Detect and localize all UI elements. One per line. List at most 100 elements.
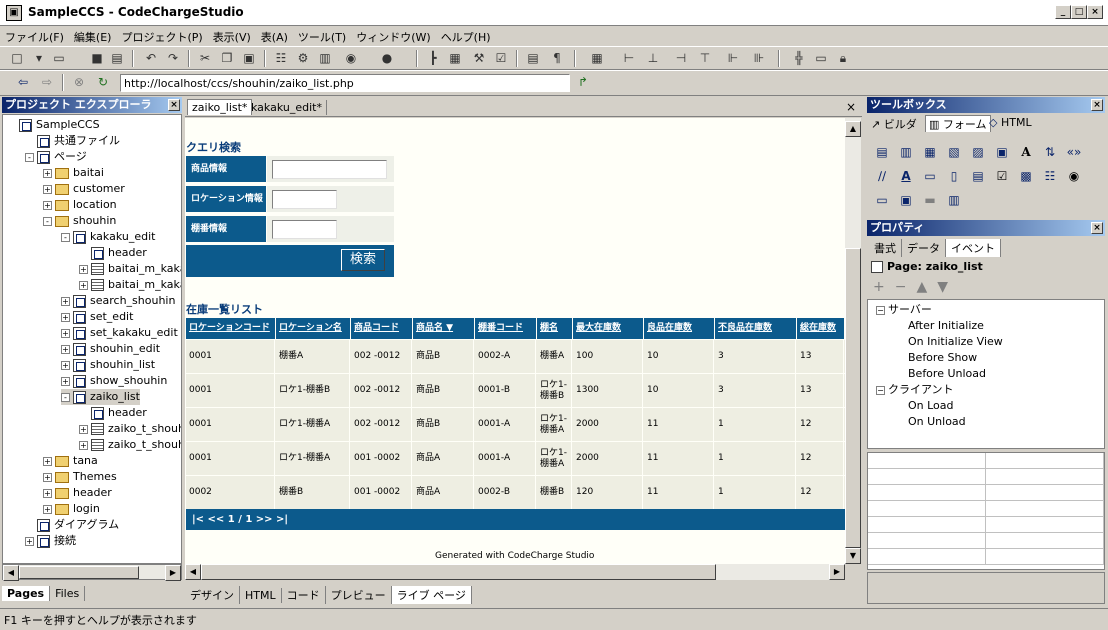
insert-row-icon[interactable]: ⊤ bbox=[696, 50, 714, 67]
tree-view-icon[interactable]: ┣ bbox=[424, 50, 442, 67]
tree-item[interactable]: + login bbox=[43, 501, 100, 517]
expand-icon[interactable]: + bbox=[61, 312, 70, 322]
collapse-icon[interactable]: − bbox=[876, 305, 885, 315]
tree-item[interactable]: + baitai bbox=[43, 165, 104, 181]
collapse-icon[interactable]: - bbox=[61, 232, 70, 242]
tab-design[interactable]: デザイン bbox=[185, 586, 240, 604]
expand-icon[interactable]: + bbox=[43, 488, 52, 498]
event-item[interactable]: On Load bbox=[908, 398, 954, 414]
product-search-input[interactable] bbox=[272, 160, 387, 179]
expand-icon[interactable]: + bbox=[25, 536, 34, 546]
back-arrow-icon[interactable]: ⇦ bbox=[14, 74, 32, 91]
open-folder-icon[interactable]: ▭ bbox=[50, 50, 68, 67]
event-group[interactable]: − クライアント bbox=[876, 382, 954, 398]
tree-item[interactable]: + location bbox=[43, 197, 117, 213]
form-view-icon[interactable]: ▦ bbox=[446, 50, 464, 67]
grid-align-icon[interactable]: ▦ bbox=[588, 50, 606, 67]
tab-preview[interactable]: プレビュー bbox=[326, 586, 392, 604]
tree-item[interactable]: - kakaku_edit bbox=[61, 229, 155, 245]
event-item[interactable]: Before Unload bbox=[908, 366, 986, 382]
tree-item[interactable]: + 接続 bbox=[25, 533, 76, 549]
column-header[interactable]: 棚名 bbox=[537, 318, 572, 339]
expand-icon[interactable]: + bbox=[79, 424, 88, 434]
column-header[interactable]: 棚番コード bbox=[475, 318, 536, 339]
tree-item[interactable]: + Themes bbox=[43, 469, 117, 485]
tab-form[interactable]: ▥ フォーム bbox=[925, 115, 991, 132]
maximize-button[interactable]: □ bbox=[1071, 5, 1087, 19]
scroll-left-icon[interactable]: ◀ bbox=[3, 565, 19, 581]
collapse-icon[interactable]: − bbox=[876, 385, 885, 395]
expand-icon[interactable]: + bbox=[43, 168, 52, 178]
cut-icon[interactable]: ✂ bbox=[196, 50, 214, 67]
align-left-icon[interactable]: ⊢ bbox=[620, 50, 638, 67]
toolbox-close-icon[interactable]: × bbox=[1091, 99, 1103, 111]
tree-item[interactable]: + shouhin_list bbox=[61, 357, 155, 373]
tree-item[interactable]: + header bbox=[43, 485, 112, 501]
scroll-up-icon[interactable]: ▲ bbox=[845, 121, 861, 137]
folder-build-icon[interactable]: ▥ bbox=[316, 50, 334, 67]
tab-files[interactable]: Files bbox=[50, 586, 86, 601]
event-item[interactable]: On Initialize View bbox=[908, 334, 1003, 350]
move-down-icon[interactable]: ▼ bbox=[937, 279, 958, 295]
event-group[interactable]: − サーバー bbox=[876, 302, 932, 318]
save-all-icon[interactable]: ▤ bbox=[108, 50, 126, 67]
tree-horizontal-scrollbar[interactable]: ◀ ▶ bbox=[2, 564, 182, 581]
grid-pager[interactable]: |< << 1 / 1 >> >| bbox=[186, 509, 845, 530]
menu-item[interactable]: ウィンドウ(W) bbox=[351, 26, 435, 48]
globe-icon[interactable]: ● bbox=[378, 50, 396, 67]
listbox-tool-icon[interactable]: ▤ bbox=[969, 167, 987, 185]
grid-tool-icon[interactable]: ▤ bbox=[873, 143, 891, 161]
scroll-thumb[interactable] bbox=[845, 248, 861, 548]
tab-kakaku-edit[interactable]: kakaku_edit* bbox=[247, 100, 327, 115]
minimize-button[interactable]: _ bbox=[1055, 5, 1071, 19]
tree-item[interactable]: - zaiko_list bbox=[61, 389, 140, 405]
radio-tool-icon[interactable]: ◉ bbox=[1065, 167, 1083, 185]
scroll-right-icon[interactable]: ▶ bbox=[165, 565, 181, 581]
include-tool-icon[interactable]: ▣ bbox=[993, 143, 1011, 161]
editor-vertical-scrollbar[interactable]: ▲ ▼ bbox=[845, 118, 861, 564]
tree-item[interactable]: header bbox=[79, 405, 147, 421]
textbox-tool-icon[interactable]: ▭ bbox=[921, 167, 939, 185]
event-item[interactable]: On Unload bbox=[908, 414, 966, 430]
expand-icon[interactable]: + bbox=[61, 344, 70, 354]
tools-icon[interactable]: ⚒ bbox=[470, 50, 488, 67]
tree-item[interactable]: + tana bbox=[43, 453, 98, 469]
path-tool-icon[interactable]: ▧ bbox=[945, 143, 963, 161]
property-cell[interactable] bbox=[868, 517, 986, 533]
property-cell[interactable] bbox=[868, 453, 986, 469]
remove-event-icon[interactable]: − bbox=[895, 279, 917, 295]
menu-item[interactable]: 表示(V) bbox=[208, 26, 256, 48]
property-cell[interactable] bbox=[986, 453, 1104, 469]
lock-icon[interactable]: 🔒︎ bbox=[834, 50, 852, 67]
column-header[interactable]: ロケーションコード bbox=[186, 318, 275, 339]
expand-icon[interactable]: + bbox=[43, 200, 52, 210]
stop-icon[interactable]: ⊗ bbox=[70, 74, 88, 91]
tree-item[interactable]: 共通ファイル bbox=[25, 133, 120, 149]
calendar-tool-icon[interactable]: ▨ bbox=[969, 143, 987, 161]
paste-icon[interactable]: ▣ bbox=[240, 50, 258, 67]
column-header[interactable]: 良品在庫数 bbox=[644, 318, 714, 339]
new-file-icon[interactable]: □ bbox=[8, 50, 26, 67]
file-upload-tool-icon[interactable]: ▥ bbox=[945, 191, 963, 209]
undo-icon[interactable]: ↶ bbox=[142, 50, 160, 67]
expand-icon[interactable]: + bbox=[79, 440, 88, 450]
collapse-icon[interactable]: - bbox=[43, 216, 52, 226]
property-cell[interactable] bbox=[986, 533, 1104, 549]
image-tool-icon[interactable]: ▩ bbox=[1017, 167, 1035, 185]
forward-arrow-icon[interactable]: ⇨ bbox=[38, 74, 56, 91]
address-input[interactable] bbox=[120, 74, 570, 92]
move-up-icon[interactable]: ▲ bbox=[916, 279, 937, 295]
tree-item[interactable]: + zaiko_t_shouhi bbox=[79, 421, 181, 437]
panel-tool-icon[interactable]: ▬ bbox=[921, 191, 939, 209]
navigator-tool-icon[interactable]: «» bbox=[1065, 143, 1083, 161]
property-cell[interactable] bbox=[868, 533, 986, 549]
property-cell[interactable] bbox=[868, 485, 986, 501]
column-header[interactable]: ロケーション名 bbox=[276, 318, 350, 339]
properties-close-icon[interactable]: × bbox=[1091, 222, 1103, 234]
project-explorer-close-icon[interactable]: × bbox=[168, 99, 180, 111]
expand-icon[interactable]: + bbox=[43, 184, 52, 194]
column-header[interactable]: 総在庫数 bbox=[797, 318, 844, 339]
menu-item[interactable]: プロジェクト(P) bbox=[116, 26, 207, 48]
tab-builder[interactable]: ↗ ビルダ bbox=[871, 116, 917, 132]
link-text-tool-icon[interactable]: A bbox=[897, 167, 915, 185]
